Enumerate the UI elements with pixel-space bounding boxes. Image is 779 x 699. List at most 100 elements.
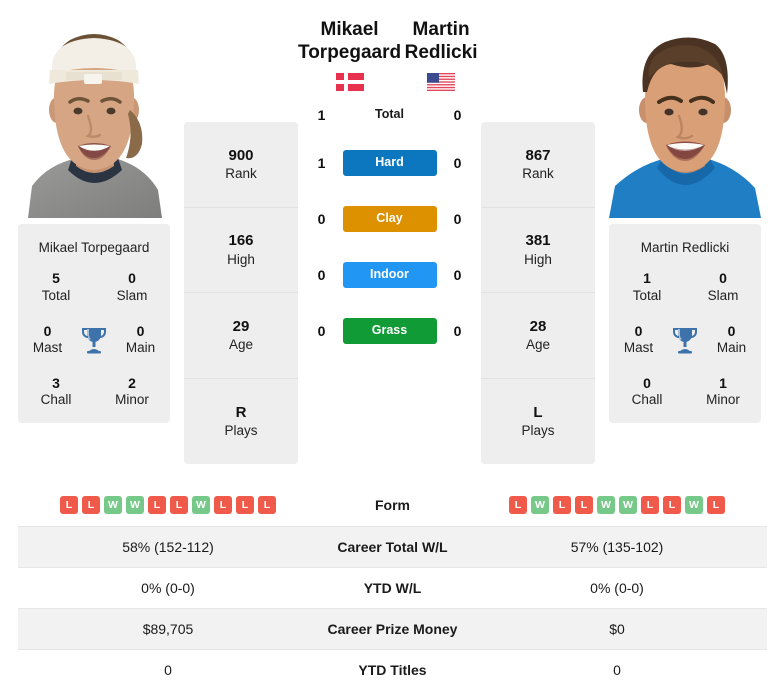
right-slam-label: Slam bbox=[707, 287, 739, 303]
right-chall-label: Chall bbox=[631, 392, 663, 408]
table-row-form: LLWWLLWLLL Form LWLLWWLLWL bbox=[18, 485, 767, 526]
h2h-total-label: Total bbox=[375, 107, 404, 122]
table-row-ytd-titles: 0 YTD Titles 0 bbox=[18, 648, 767, 690]
right-mast-value: 0 bbox=[634, 322, 643, 339]
left-main-value: 0 bbox=[136, 322, 145, 339]
right-ytd-titles: 0 bbox=[467, 648, 767, 690]
right-rank-column: 867 Rank 381 High 28 Age L Plays bbox=[481, 122, 595, 464]
form-badge-l[interactable]: L bbox=[509, 496, 527, 515]
right-age-value: 28 bbox=[529, 317, 547, 335]
form-badge-l[interactable]: L bbox=[214, 496, 232, 515]
form-row-label: Form bbox=[375, 497, 410, 514]
left-rank-column: 900 Rank 166 High 29 Age R Plays bbox=[184, 122, 298, 464]
right-chall-titles: 0 Chall bbox=[609, 375, 685, 409]
form-badge-w[interactable]: W bbox=[685, 496, 703, 515]
left-mast-titles: 0 Mast bbox=[18, 323, 77, 357]
table-row-ytd-wl: 0% (0-0) YTD W/L 0% (0-0) bbox=[18, 566, 767, 608]
right-plays-value: L bbox=[533, 403, 543, 421]
left-minor-value: 2 bbox=[128, 374, 136, 391]
right-rank-cell: 867 Rank bbox=[481, 122, 595, 208]
right-minor-titles: 1 Minor bbox=[685, 375, 761, 409]
left-chall-value: 3 bbox=[52, 374, 60, 391]
left-slam-label: Slam bbox=[116, 287, 148, 303]
career-total-wl-label: Career Total W/L bbox=[318, 525, 467, 567]
trophy-icon bbox=[668, 326, 702, 354]
career-prize-money-label: Career Prize Money bbox=[318, 607, 467, 649]
h2h-row-hard: 1 Hard 0 bbox=[298, 135, 481, 191]
h2h-hard-badge[interactable]: Hard bbox=[342, 150, 437, 177]
left-age-cell: 29 Age bbox=[184, 293, 298, 379]
form-badge-l[interactable]: L bbox=[575, 496, 593, 515]
left-high-cell: 166 High bbox=[184, 208, 298, 293]
form-badge-l[interactable]: L bbox=[258, 496, 276, 515]
left-rank-value: 900 bbox=[228, 146, 254, 164]
left-minor-titles: 2 Minor bbox=[94, 375, 170, 409]
h2h-hard-right-score: 0 bbox=[453, 155, 462, 172]
right-player-column: Martin Redlicki 1 Total 0 Slam 0 Mast 0 … bbox=[609, 18, 761, 424]
left-slam-value: 0 bbox=[128, 270, 136, 287]
h2h-row-grass: 0 Grass 0 bbox=[298, 303, 481, 359]
h2h-hard-left-score: 1 bbox=[317, 155, 326, 172]
right-high-label: High bbox=[524, 251, 552, 267]
comparison-header: Mikael Torpegaard 5 Total 0 Slam 0 Mast bbox=[0, 0, 779, 470]
right-form-cell: LWLLWWLLWL bbox=[467, 485, 767, 526]
h2h-indoor-badge[interactable]: Indoor bbox=[342, 262, 437, 289]
head-to-head-column: Mikael Torpegaard Martin Redlicki 1 Tota… bbox=[298, 18, 481, 359]
form-badge-l[interactable]: L bbox=[170, 496, 188, 515]
right-player-first-name: Martin bbox=[412, 19, 470, 40]
left-age-label: Age bbox=[228, 337, 254, 353]
right-slam-value: 0 bbox=[719, 270, 727, 287]
form-badge-l[interactable]: L bbox=[553, 496, 571, 515]
left-rank-cell: 900 Rank bbox=[184, 122, 298, 208]
left-plays-label: Plays bbox=[224, 423, 258, 439]
head-to-head-stats: 1 Total 0 1 Hard 0 0 Clay 0 0 Indoor 0 0… bbox=[298, 95, 481, 359]
right-player-name: Martin Redlicki bbox=[640, 240, 730, 255]
right-plays-label: Plays bbox=[521, 423, 555, 439]
form-badge-w[interactable]: W bbox=[126, 496, 144, 515]
form-badge-w[interactable]: W bbox=[531, 496, 549, 515]
right-minor-value: 1 bbox=[719, 374, 727, 391]
right-age-label: Age bbox=[525, 337, 551, 353]
left-minor-label: Minor bbox=[115, 392, 149, 408]
form-badge-w[interactable]: W bbox=[597, 496, 615, 515]
h2h-row-total: 1 Total 0 bbox=[298, 95, 481, 135]
right-total-titles: 1 Total bbox=[609, 270, 685, 304]
left-high-value: 166 bbox=[228, 232, 254, 250]
h2h-clay-badge[interactable]: Clay bbox=[342, 206, 437, 233]
form-badge-l[interactable]: L bbox=[236, 496, 254, 515]
form-badge-l[interactable]: L bbox=[707, 496, 725, 515]
h2h-grass-badge[interactable]: Grass bbox=[342, 318, 437, 345]
usa-flag bbox=[427, 73, 456, 92]
h2h-row-indoor: 0 Indoor 0 bbox=[298, 247, 481, 303]
left-plays-cell: R Plays bbox=[184, 379, 298, 465]
right-career-total-wl: 57% (135-102) bbox=[467, 525, 767, 567]
h2h-total-left-score: 1 bbox=[317, 107, 326, 124]
trophy-icon-glyph bbox=[673, 327, 697, 354]
player-photo-left bbox=[18, 18, 170, 218]
right-total-value: 1 bbox=[643, 270, 651, 287]
right-slam-titles: 0 Slam bbox=[685, 270, 761, 304]
right-high-value: 381 bbox=[525, 232, 551, 250]
left-total-titles: 5 Total bbox=[18, 270, 94, 304]
form-badge-l[interactable]: L bbox=[60, 496, 78, 515]
right-titles-row-1: 1 Total 0 Slam bbox=[609, 270, 761, 304]
left-mast-label: Mast bbox=[32, 340, 63, 356]
right-chall-value: 0 bbox=[643, 374, 651, 391]
left-career-prize-money: $89,705 bbox=[18, 607, 318, 649]
ytd-titles-label: YTD Titles bbox=[318, 648, 467, 690]
form-badge-w[interactable]: W bbox=[192, 496, 210, 515]
left-titles-row-2: 0 Mast 0 Main bbox=[18, 323, 170, 357]
right-rank-value: 867 bbox=[525, 146, 551, 164]
form-badge-l[interactable]: L bbox=[663, 496, 681, 515]
right-plays-cell: L Plays bbox=[481, 379, 595, 465]
left-high-label: High bbox=[227, 251, 255, 267]
form-badge-w[interactable]: W bbox=[619, 496, 637, 515]
form-badge-l[interactable]: L bbox=[148, 496, 166, 515]
form-badge-l[interactable]: L bbox=[82, 496, 100, 515]
left-chall-titles: 3 Chall bbox=[18, 375, 94, 409]
table-row-career-prize-money: $89,705 Career Prize Money $0 bbox=[18, 607, 767, 649]
right-total-label: Total bbox=[632, 287, 662, 303]
trophy-icon-glyph bbox=[82, 327, 106, 354]
form-badge-l[interactable]: L bbox=[641, 496, 659, 515]
form-badge-w[interactable]: W bbox=[104, 496, 122, 515]
